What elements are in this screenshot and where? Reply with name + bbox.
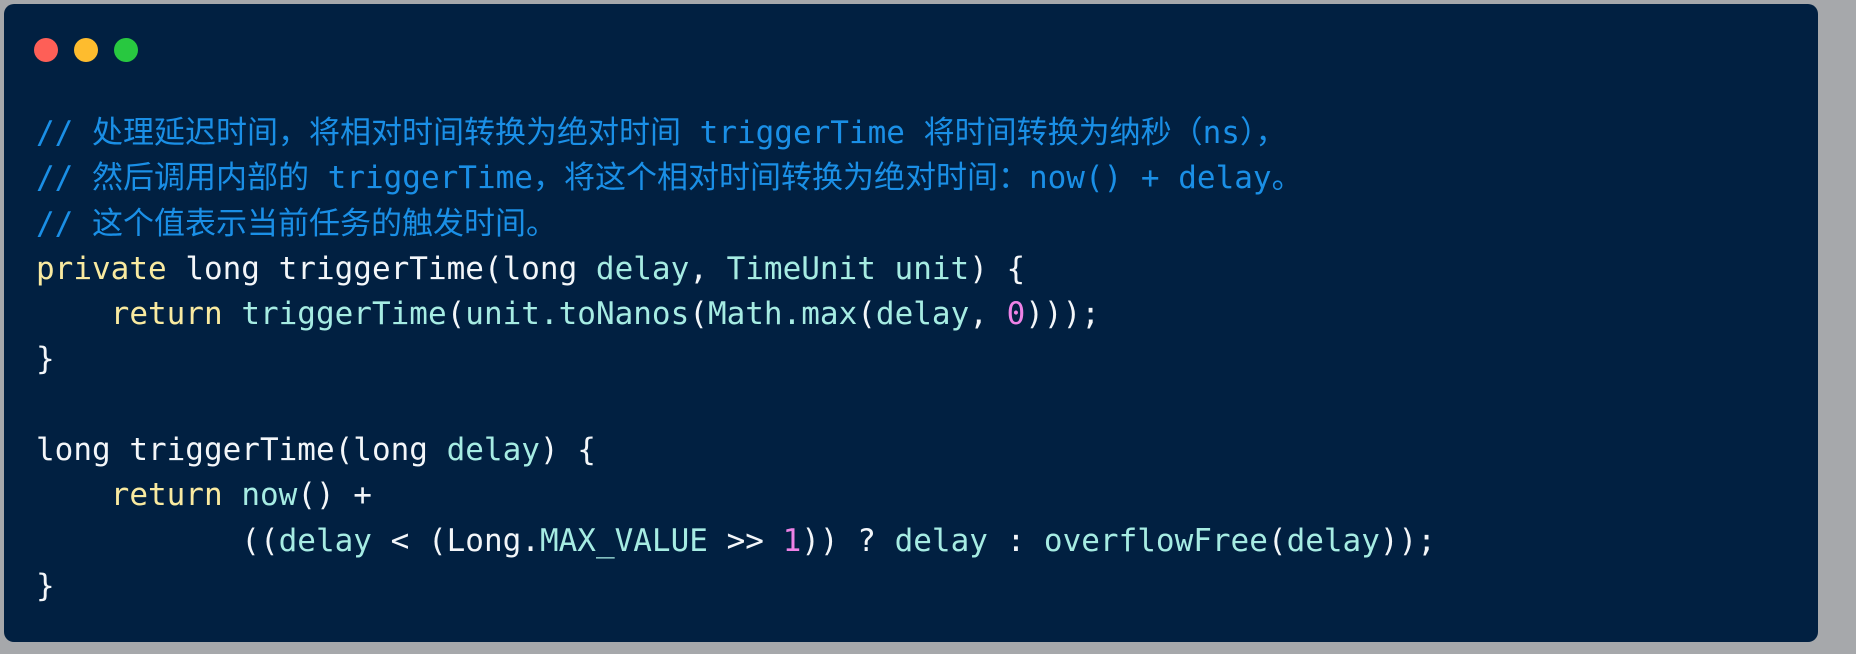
code-token: , <box>689 250 727 287</box>
code-token: MAX_VALUE <box>539 522 708 559</box>
close-window-dot-icon[interactable] <box>34 38 58 62</box>
code-line: ((delay < (Long.MAX_VALUE >> 1)) ? delay… <box>36 519 1436 564</box>
code-token: < (Long. <box>371 522 540 559</box>
code-token: delay <box>1286 522 1380 559</box>
code-token: ( <box>446 296 466 333</box>
code-token: private <box>36 250 167 287</box>
code-line: // 处理延迟时间，将相对时间转换为绝对时间 triggerTime 将时间转换… <box>36 111 1436 156</box>
code-token: , <box>969 296 1007 333</box>
code-line: // 然后调用内部的 triggerTime，将这个相对时间转换为绝对时间：no… <box>36 156 1436 201</box>
code-token: delay <box>446 432 540 469</box>
code-token: overflowFree <box>1043 522 1268 559</box>
code-window: // 处理延迟时间，将相对时间转换为绝对时间 triggerTime 将时间转换… <box>4 4 1818 642</box>
code-token: delay <box>894 522 988 559</box>
code-token: TimeUnit unit <box>726 250 970 287</box>
code-token: : <box>987 522 1044 559</box>
code-token: long triggerTime(long <box>36 432 447 469</box>
code-line: // 这个值表示当前任务的触发时间。 <box>36 202 1436 247</box>
code-token: ) { <box>539 432 596 469</box>
code-token: long triggerTime(long <box>166 250 596 287</box>
code-token: () + <box>297 477 372 514</box>
code-token: // 然后调用内部的 triggerTime，将这个相对时间转换为绝对时间：no… <box>36 160 1303 197</box>
code-token: unit.toNanos <box>465 296 690 333</box>
code-block: // 处理延迟时间，将相对时间转换为绝对时间 triggerTime 将时间转换… <box>36 111 1436 609</box>
code-token: } <box>36 567 55 604</box>
code-line: } <box>36 337 1436 382</box>
code-token: Math.max <box>707 296 858 333</box>
code-line: private long triggerTime(long delay, Tim… <box>36 247 1436 292</box>
code-line: return now() + <box>36 473 1436 518</box>
code-token: ( <box>689 296 708 333</box>
code-token: >> <box>707 522 783 559</box>
code-token: )); <box>1379 522 1436 559</box>
code-token: ) { <box>969 250 1026 287</box>
window-titlebar <box>4 4 1818 84</box>
code-token: (( <box>36 522 279 559</box>
code-token: triggerTime <box>241 296 447 333</box>
code-token: delay <box>278 522 372 559</box>
code-token: ))); <box>1025 296 1100 333</box>
code-token: // 处理延迟时间，将相对时间转换为绝对时间 triggerTime 将时间转换… <box>36 115 1287 151</box>
code-token: return <box>110 296 223 333</box>
minimize-window-dot-icon[interactable] <box>74 38 98 62</box>
code-token: return <box>110 477 223 514</box>
code-token: ( <box>1267 522 1287 559</box>
code-token: } <box>36 341 55 378</box>
code-token: // 这个值表示当前任务的触发时间。 <box>36 205 557 242</box>
code-line: } <box>36 564 1436 609</box>
code-token: )) ? <box>801 522 895 559</box>
code-token: 1 <box>782 522 802 559</box>
maximize-window-dot-icon[interactable] <box>114 38 138 62</box>
code-token: delay <box>875 296 970 333</box>
code-token: 0 <box>1006 296 1026 333</box>
code-line: long triggerTime(long delay) { <box>36 428 1436 473</box>
code-token: ( <box>857 296 876 333</box>
code-token: now <box>241 477 298 514</box>
code-token: delay <box>595 250 690 287</box>
code-line: return triggerTime(unit.toNanos(Math.max… <box>36 292 1436 337</box>
